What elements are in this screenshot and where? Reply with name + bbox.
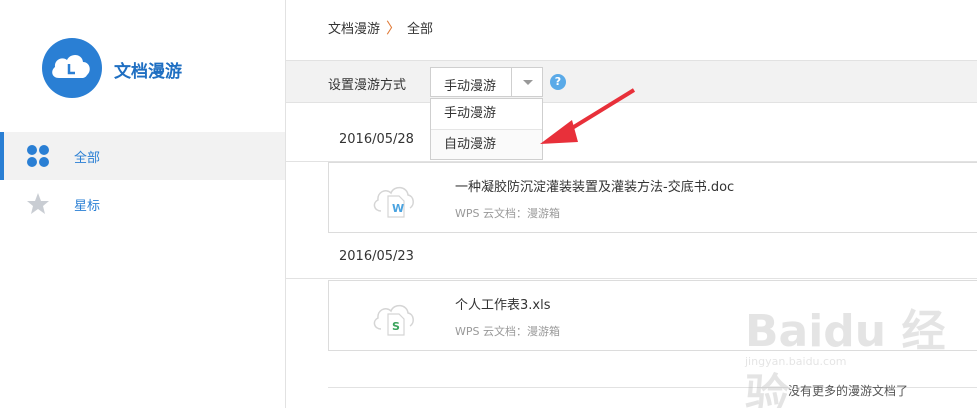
roam-mode-label: 设置漫游方式: [328, 78, 407, 93]
cloud-sheet-icon: S: [373, 304, 414, 336]
sidebar: 文档漫游 全部 星标: [0, 0, 286, 408]
watermark-url: jingyan.baidu.com: [745, 355, 847, 368]
file-card[interactable]: W 一种凝胶防沉淀灌装装置及灌装方法-交底书.doc WPS 云文档：漫游箱: [328, 162, 977, 233]
roam-mode-selected: 手动漫游: [444, 79, 497, 94]
cloud-logo-icon: [42, 38, 102, 98]
breadcrumb-current: 全部: [407, 22, 434, 37]
roam-mode-dropdown: 手动漫游 自动漫游: [430, 98, 543, 160]
sidebar-item-label: 星标: [74, 198, 101, 214]
svg-text:W: W: [392, 202, 404, 215]
cloud-doc-icon: W: [373, 186, 414, 218]
date-header: 2016/05/23: [286, 235, 977, 279]
breadcrumb-parent[interactable]: 文档漫游: [328, 18, 380, 37]
file-name[interactable]: 一种凝胶防沉淀灌装装置及灌装方法-交底书.doc: [455, 176, 734, 195]
chevron-right-icon: 〉: [386, 19, 402, 37]
svg-text:S: S: [392, 320, 400, 333]
app-title: 文档漫游: [114, 62, 182, 82]
star-icon: [27, 193, 49, 214]
sidebar-item-label: 全部: [74, 150, 101, 166]
date-label: 2016/05/28: [339, 132, 414, 147]
option-auto[interactable]: 自动漫游: [431, 129, 542, 159]
file-meta: WPS 云文档：漫游箱: [455, 325, 560, 338]
file-name[interactable]: 个人工作表3.xls: [455, 294, 550, 313]
breadcrumb: 文档漫游 〉 全部: [328, 17, 433, 38]
sidebar-item-starred[interactable]: 星标: [0, 180, 285, 228]
sidebar-item-all[interactable]: 全部: [0, 132, 285, 180]
date-label: 2016/05/23: [339, 249, 414, 264]
roam-mode-select[interactable]: 手动漫游: [430, 67, 543, 97]
option-manual[interactable]: 手动漫游: [431, 99, 542, 129]
annotation-arrow-icon: [540, 88, 636, 144]
file-meta: WPS 云文档：漫游箱: [455, 207, 560, 220]
grid-icon: [27, 145, 49, 167]
baidu-watermark: Baidu 经验 jingyan.baidu.com: [745, 295, 977, 408]
watermark-brand: Baidu 经验: [745, 306, 946, 408]
